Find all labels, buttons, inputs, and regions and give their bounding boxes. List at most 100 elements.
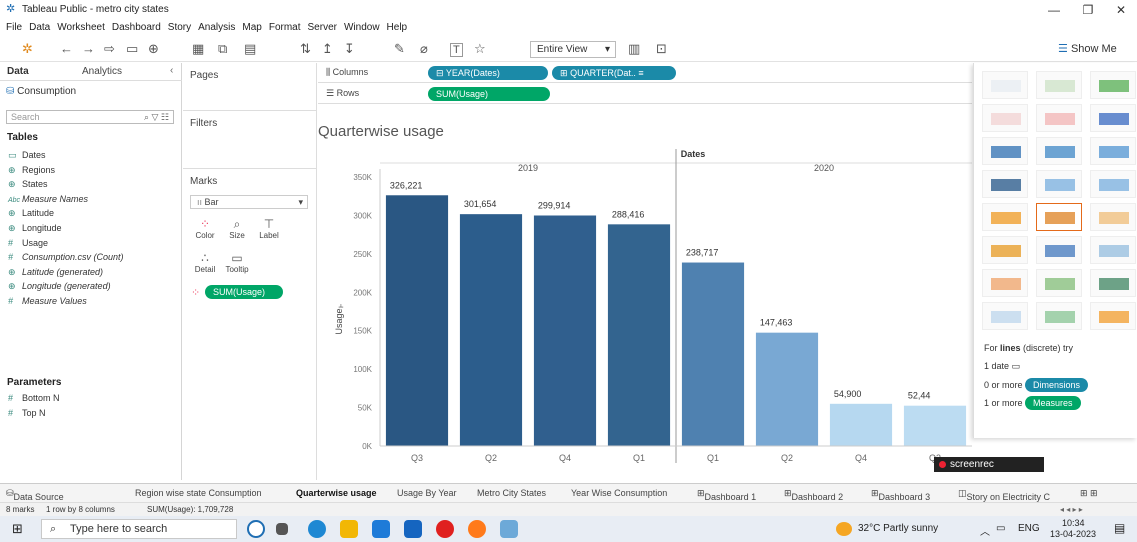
parameter-bottom-n[interactable]: # Bottom N xyxy=(8,393,60,403)
new-sheet-icon[interactable]: ⊞ ⊞ xyxy=(1080,488,1098,499)
language-indicator[interactable]: ENG xyxy=(1018,523,1040,534)
field-item[interactable]: ⊕ Latitude (generated) xyxy=(8,267,103,278)
clear-sheet-icon[interactable]: ▤ xyxy=(244,41,256,57)
field-item[interactable]: Abc Measure Names xyxy=(8,194,88,204)
gantt-chart-thumb[interactable] xyxy=(982,302,1028,330)
side-by-side-circles-thumb[interactable] xyxy=(1090,170,1136,198)
menu-dashboard[interactable]: Dashboard xyxy=(112,22,161,33)
task-view-icon[interactable] xyxy=(276,523,288,535)
continuous-lines-thumb[interactable] xyxy=(982,203,1028,231)
file-explorer-icon[interactable] xyxy=(340,520,358,538)
undo-icon[interactable]: ← xyxy=(60,41,73,57)
opera-icon[interactable] xyxy=(436,520,454,538)
field-item[interactable]: ⊕ Latitude xyxy=(8,208,54,219)
menu-format[interactable]: Format xyxy=(269,22,301,33)
tab-region-wise[interactable]: Region wise state Consumption xyxy=(135,488,262,498)
weather-text[interactable]: 32°C Partly sunny xyxy=(858,523,938,534)
menu-worksheet[interactable]: Worksheet xyxy=(57,22,105,33)
tab-usage-by-year[interactable]: Usage By Year xyxy=(397,488,457,498)
field-item[interactable]: ⊕ Longitude xyxy=(8,223,62,234)
redo-icon[interactable]: → xyxy=(82,41,95,57)
horizontal-bars-thumb[interactable] xyxy=(982,137,1028,165)
discrete-lines-thumb[interactable] xyxy=(1036,203,1082,231)
dual-combination-thumb[interactable] xyxy=(1090,236,1136,264)
field-item[interactable]: # Consumption.csv (Count) xyxy=(8,252,124,262)
histogram-thumb[interactable] xyxy=(1036,269,1082,297)
screen-recorder-badge[interactable]: screenrec xyxy=(934,457,1044,472)
field-item[interactable]: ⊕ Regions xyxy=(8,165,55,176)
close-icon[interactable]: ✕ xyxy=(1111,3,1131,17)
field-item[interactable]: ⊕ Longitude (generated) xyxy=(8,281,111,292)
treemap-thumb[interactable] xyxy=(982,170,1028,198)
sheet-nav-icon[interactable]: ◂ ◂ ▸ ▸ xyxy=(1060,505,1083,514)
show-me-button[interactable]: ☰ Show Me xyxy=(1058,42,1117,55)
clock-time[interactable]: 10:34 xyxy=(1062,518,1085,528)
firefox-icon[interactable] xyxy=(468,520,486,538)
menu-file[interactable]: File xyxy=(6,22,22,33)
pie-chart-thumb[interactable] xyxy=(1090,104,1136,132)
parameter-top-n[interactable]: # Top N xyxy=(8,408,46,418)
size-button[interactable]: ⌕ Size xyxy=(222,217,252,245)
heat-map-thumb[interactable] xyxy=(1090,71,1136,99)
highlight-table-thumb[interactable] xyxy=(1036,71,1082,99)
menu-window[interactable]: Window xyxy=(344,22,380,33)
tab-quarterwise-usage[interactable]: Quarterwise usage xyxy=(296,488,377,498)
field-item[interactable]: ⊕ States xyxy=(8,179,48,190)
tab-data-source[interactable]: ⛁ Data Source xyxy=(6,488,64,502)
network-icon[interactable]: ▭ xyxy=(996,523,1005,534)
pin-icon[interactable]: ☆ xyxy=(474,41,486,57)
box-whisker-thumb[interactable] xyxy=(1090,269,1136,297)
tab-data[interactable]: Data xyxy=(7,66,29,77)
presentation-icon[interactable]: ⊡ xyxy=(656,41,667,57)
clock-date[interactable]: 13-04-2023 xyxy=(1050,529,1096,539)
detail-button[interactable]: ∴ Detail xyxy=(190,251,220,279)
tooltip-button[interactable]: ▭ Tooltip xyxy=(222,251,252,279)
mark-pill-sum-usage[interactable]: SUM(Usage) xyxy=(205,285,283,299)
show-cards-icon[interactable]: ▥ xyxy=(628,41,640,57)
label-button[interactable]: ⊤ Label xyxy=(254,217,284,245)
labels-icon[interactable]: T xyxy=(450,43,463,57)
tab-story[interactable]: ◫ Story on Electricity C xyxy=(958,488,1050,502)
field-item[interactable]: # Usage xyxy=(8,238,48,248)
tab-metro-city-states[interactable]: Metro City States xyxy=(477,488,546,498)
notification-icon[interactable]: ▤ xyxy=(1114,521,1125,535)
search-input[interactable]: Search ⌕ ▽ ☷ xyxy=(6,110,174,124)
tab-year-wise[interactable]: Year Wise Consumption xyxy=(571,488,667,498)
pill-year-dates[interactable]: ⊟ YEAR(Dates) xyxy=(428,66,548,80)
highlight-icon[interactable]: ✎ xyxy=(394,41,405,57)
tab-analytics[interactable]: Analytics xyxy=(82,66,122,77)
minimize-icon[interactable]: — xyxy=(1044,3,1064,17)
fit-dropdown[interactable]: Entire View ▾ xyxy=(530,41,616,58)
menu-analysis[interactable]: Analysis xyxy=(198,22,235,33)
stacked-bars-thumb[interactable] xyxy=(1036,137,1082,165)
text-table-thumb[interactable] xyxy=(982,71,1028,99)
tab-dashboard-1[interactable]: ⊞ Dashboard 1 xyxy=(697,488,756,502)
pages-card[interactable]: Pages xyxy=(183,63,317,111)
save-icon[interactable]: ▭ xyxy=(126,41,138,57)
symbol-map-thumb[interactable] xyxy=(982,104,1028,132)
mail-icon[interactable] xyxy=(404,520,422,538)
tableau-taskbar-icon[interactable] xyxy=(500,520,518,538)
packed-bubbles-thumb[interactable] xyxy=(1090,302,1136,330)
filled-map-thumb[interactable] xyxy=(1036,104,1082,132)
tab-dashboard-3[interactable]: ⊞ Dashboard 3 xyxy=(871,488,930,502)
new-worksheet-icon[interactable]: ▦ xyxy=(192,41,204,57)
side-by-side-bars-thumb[interactable] xyxy=(1090,137,1136,165)
taskbar-search[interactable]: ⌕ Type here to search xyxy=(41,519,237,539)
app-icon-b[interactable] xyxy=(247,520,265,538)
datasource-item[interactable]: ⛁ Consumption xyxy=(6,86,76,97)
duplicate-icon[interactable]: ⧉ xyxy=(218,41,227,57)
store-icon[interactable] xyxy=(372,520,390,538)
field-item[interactable]: # Measure Values xyxy=(8,296,87,306)
bullet-graph-thumb[interactable] xyxy=(1036,302,1082,330)
tableau-home-icon[interactable]: ✲ xyxy=(22,41,33,57)
pill-sum-usage[interactable]: SUM(Usage) xyxy=(428,87,550,101)
mark-type-dropdown[interactable]: ıı Bar ▾ xyxy=(190,195,308,209)
tray-chevron-icon[interactable]: ︿ xyxy=(980,523,990,538)
field-item[interactable]: ▭ Dates xyxy=(8,150,46,161)
color-button[interactable]: ⁘ Color xyxy=(190,217,220,245)
filters-card[interactable]: Filters xyxy=(183,111,317,169)
circle-views-thumb[interactable] xyxy=(1036,170,1082,198)
tab-dashboard-2[interactable]: ⊞ Dashboard 2 xyxy=(784,488,843,502)
menu-data[interactable]: Data xyxy=(29,22,50,33)
